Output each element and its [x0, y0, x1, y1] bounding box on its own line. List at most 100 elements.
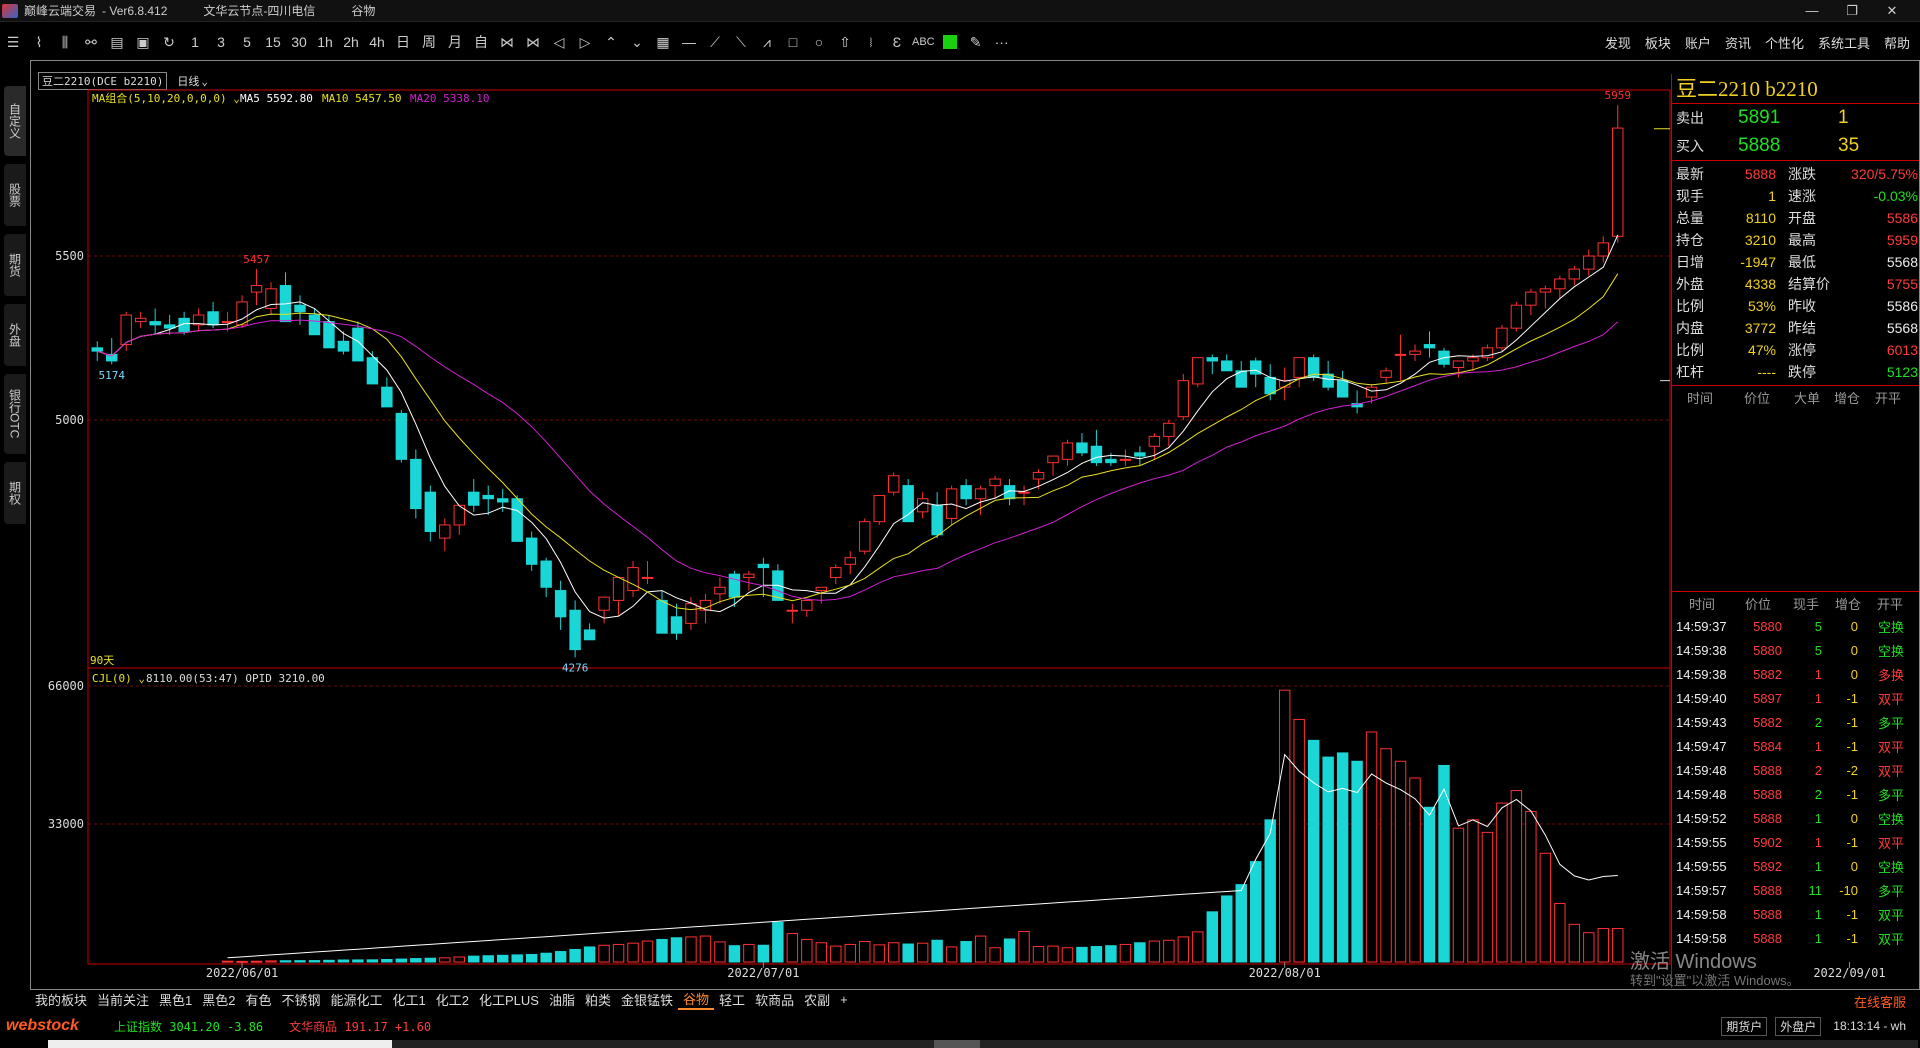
- sector-tab[interactable]: 黑色1: [154, 990, 197, 1009]
- bid-row[interactable]: 买入 5888 35: [1672, 132, 1919, 160]
- volume-bar: [931, 939, 943, 963]
- candle-body: [627, 567, 639, 592]
- ask-row[interactable]: 卖出 5891 1: [1672, 104, 1919, 132]
- sector-tab[interactable]: 化工2: [431, 990, 474, 1009]
- local-low-label: 5174: [98, 369, 125, 382]
- candle-body: [887, 475, 900, 493]
- volume-bar: [916, 942, 929, 963]
- online-service-link[interactable]: 在线客服: [1854, 992, 1906, 1011]
- candle-body: [1061, 442, 1074, 460]
- quote-value: 5586: [1886, 210, 1918, 226]
- quote-value: -1947: [1740, 254, 1776, 270]
- foreign-account-button[interactable]: 外盘户: [1775, 1016, 1822, 1036]
- tick-price: 5884: [1753, 738, 1782, 754]
- tick-time: 14:59:55: [1676, 858, 1727, 874]
- sector-tab[interactable]: 有色: [241, 990, 277, 1009]
- tick-volume: 1: [1814, 834, 1822, 850]
- candle-body: [1496, 327, 1508, 349]
- tick-row: 14:59:47 5884 1 -1 双平: [1672, 734, 1919, 758]
- candle-body: [685, 603, 697, 624]
- column-header: 增仓: [1834, 596, 1861, 612]
- tick-type: 多换: [1877, 667, 1904, 683]
- sector-tab[interactable]: 油脂: [544, 990, 580, 1009]
- ask-label: 卖出: [1676, 110, 1704, 126]
- tick-time: 14:59:37: [1676, 618, 1727, 634]
- tick-row: 14:59:57 5888 11 -10 多平: [1672, 878, 1919, 902]
- candle-body: [1539, 288, 1552, 293]
- column-header: 价位: [1743, 390, 1770, 406]
- volume-bar: [1134, 942, 1146, 963]
- candle-body: [1423, 344, 1436, 349]
- candle-body: [1163, 422, 1175, 437]
- candle-body: [1047, 455, 1059, 464]
- tick-oi-change: -1: [1846, 714, 1858, 730]
- volume-bar: [540, 952, 552, 963]
- volume-bar: [381, 958, 393, 963]
- candle-body: [337, 340, 350, 352]
- quote-value: 47%: [1747, 342, 1776, 358]
- sector-tab[interactable]: 软商品: [750, 990, 799, 1009]
- sector-tab[interactable]: 农副: [799, 990, 835, 1009]
- quote-value: 5568: [1886, 254, 1918, 270]
- sector-tab[interactable]: 谷物: [678, 989, 715, 1010]
- quote-row: 最新 5888 涨跌 320/5.75%: [1672, 163, 1919, 185]
- candle-body: [554, 590, 567, 618]
- volume-bar: [511, 954, 523, 963]
- sector-tab[interactable]: 化工PLUS: [474, 990, 544, 1009]
- add-tab-button[interactable]: +: [835, 992, 853, 1007]
- tick-row: 14:59:52 5888 1 0 空换: [1672, 806, 1919, 830]
- tick-row: 14:59:55 5892 1 0 空换: [1672, 854, 1919, 878]
- quote-row: 现手 1 速涨 -0.03%: [1672, 185, 1919, 207]
- sector-tab[interactable]: 轻工: [714, 990, 750, 1009]
- tick-time: 14:59:48: [1676, 786, 1727, 802]
- sector-tab[interactable]: 黑色2: [197, 990, 240, 1009]
- index-shanghai[interactable]: 上证指数 3041.20 -3.86: [114, 1018, 263, 1035]
- candle-body: [468, 491, 480, 506]
- quote-label: 最新: [1676, 166, 1704, 182]
- ma20-line: [97, 319, 1619, 601]
- candle-body: [250, 285, 263, 293]
- quote-label: 外盘: [1676, 276, 1704, 292]
- tick-type: 双平: [1877, 931, 1904, 947]
- sector-tab[interactable]: 能源化工: [326, 990, 388, 1009]
- sector-tab[interactable]: 粕类: [580, 990, 616, 1009]
- candle-body: [294, 304, 306, 313]
- futures-account-button[interactable]: 期货户: [1721, 1016, 1768, 1036]
- kline-chart[interactable]: 5500500066000330002022/06/01 2022/07/01 20…: [0, 0, 1920, 1048]
- tick-volume: 1: [1814, 738, 1822, 754]
- sector-tab[interactable]: 化工1: [388, 990, 431, 1009]
- tick-volume: 5: [1814, 642, 1822, 658]
- index-wenhua[interactable]: 文华商品 191.17 +1.60: [289, 1018, 431, 1035]
- column-header: 开平: [1876, 596, 1903, 612]
- tick-type: 空换: [1877, 811, 1904, 827]
- candle-body: [91, 347, 103, 352]
- sector-tab[interactable]: 金银锰铁: [616, 990, 678, 1009]
- candle-body: [931, 504, 943, 536]
- tick-row: 14:59:38 5880 5 0 空换: [1672, 638, 1919, 662]
- high-price-label: 5959: [1605, 89, 1632, 102]
- candle-body: [1018, 491, 1030, 494]
- volume-bar: [1496, 802, 1508, 963]
- ma-combo-selector: MA组合(5,10,20,0,0,0) ⌄: [92, 91, 240, 105]
- volume-bar: [1032, 946, 1045, 963]
- tick-list: 14:59:37 5880 5 0 空换 14:59:38 5880 5 0 空换…: [1672, 614, 1919, 950]
- horizontal-scrollbar[interactable]: [48, 1040, 1918, 1048]
- volume-bar: [1177, 936, 1190, 963]
- volume-bar: [410, 958, 422, 963]
- tick-oi-change: 0: [1850, 858, 1858, 874]
- peak-price-label: 5457: [243, 253, 270, 266]
- sector-tab[interactable]: 当前关注: [92, 990, 154, 1009]
- ask-volume: 1: [1838, 107, 1849, 128]
- open-interest-line: [227, 753, 1618, 959]
- volume-bar: [482, 955, 494, 963]
- quote-label: 跌停: [1788, 364, 1816, 380]
- tick-type: 双平: [1877, 907, 1904, 923]
- candle-body: [1467, 357, 1479, 362]
- order-book: 卖出 5891 1 买入 5888 35: [1672, 104, 1919, 161]
- sector-tab[interactable]: 我的板块: [30, 990, 92, 1009]
- scrollbar-thumb[interactable]: [48, 1040, 392, 1048]
- tick-type: 空换: [1877, 619, 1904, 635]
- volume-bar: [1206, 911, 1219, 963]
- sector-tab[interactable]: 不锈钢: [277, 990, 326, 1009]
- tick-time: 14:59:38: [1676, 666, 1727, 682]
